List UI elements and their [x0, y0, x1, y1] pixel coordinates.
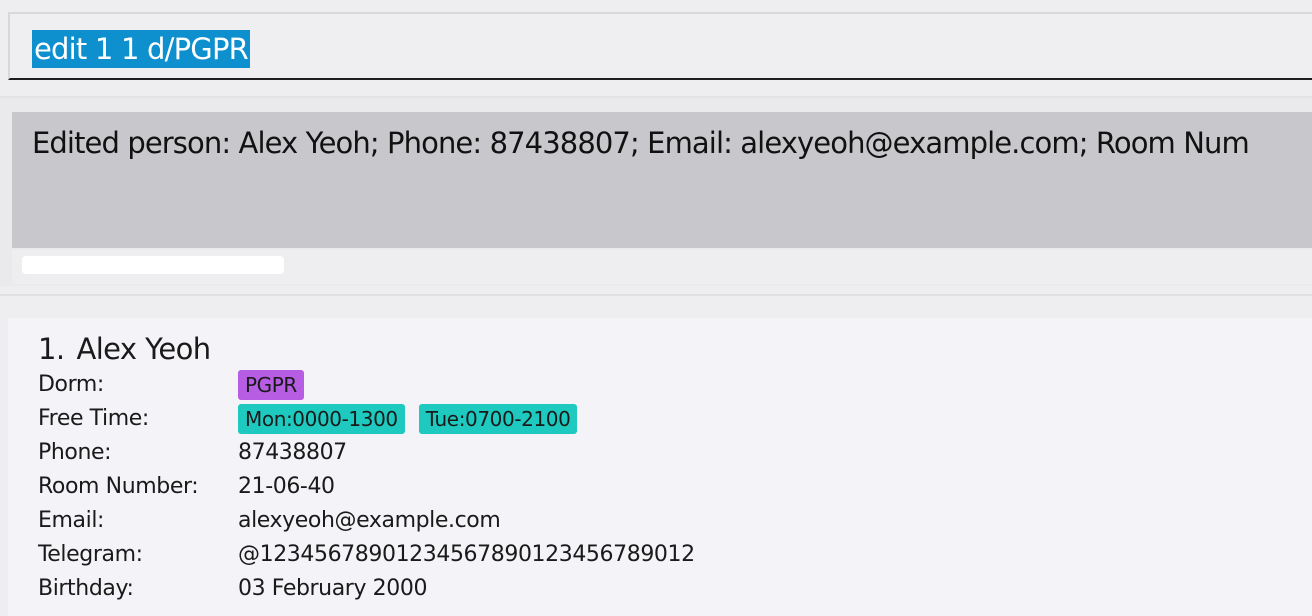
free-time-row: Free Time: Mon:0000-1300 Tue:0700-2100 [38, 402, 591, 436]
room-value: 21-06-40 [238, 474, 335, 499]
person-name-heading: 1. Alex Yeoh [38, 330, 211, 368]
telegram-row: Telegram: @123456789012345678901234567890… [38, 538, 695, 572]
result-horizontal-scrollbar[interactable] [12, 250, 1312, 284]
birthday-value: 03 February 2000 [238, 576, 428, 601]
person-name: Alex Yeoh [76, 332, 211, 366]
free-time-tag: Mon:0000-1300 [238, 404, 405, 434]
dorm-label: Dorm: [38, 372, 104, 397]
app-window: edit 1 1 d/PGPR Edited person: Alex Yeoh… [0, 0, 1312, 616]
dorm-row: Dorm: PGPR [38, 368, 318, 402]
telegram-value: @12345678901234567890123456789012 [238, 542, 695, 567]
phone-row: Phone: 87438807 [38, 436, 347, 470]
birthday-label: Birthday: [38, 576, 134, 601]
room-label: Room Number: [38, 474, 199, 499]
email-label: Email: [38, 508, 105, 533]
birthday-row: Birthday: 03 February 2000 [38, 572, 427, 606]
free-time-label: Free Time: [38, 406, 149, 431]
phone-label: Phone: [38, 440, 112, 465]
dorm-tag: PGPR [238, 370, 304, 400]
person-index: 1. [38, 332, 65, 366]
panel-divider [0, 294, 1312, 296]
scrollbar-thumb[interactable] [22, 256, 284, 274]
room-row: Room Number: 21-06-40 [38, 470, 335, 504]
result-display[interactable]: Edited person: Alex Yeoh; Phone: 8743880… [12, 112, 1312, 248]
email-value: alexyeoh@example.com [238, 508, 501, 533]
person-list-panel[interactable]: 1. Alex Yeoh Dorm: PGPR Free Time: Mon:0000… [8, 318, 1312, 616]
person-card[interactable]: 1. Alex Yeoh Dorm: PGPR Free Time: Mon:0000… [8, 318, 1312, 616]
free-time-tag: Tue:0700-2100 [418, 404, 578, 434]
command-text-selected[interactable]: edit 1 1 d/PGPR [32, 30, 251, 68]
command-input[interactable]: edit 1 1 d/PGPR [8, 12, 1312, 80]
result-message: Edited person: Alex Yeoh; Phone: 8743880… [32, 126, 1250, 160]
telegram-label: Telegram: [38, 542, 143, 567]
phone-value: 87438807 [238, 440, 347, 465]
result-panel: Edited person: Alex Yeoh; Phone: 8743880… [0, 96, 1312, 286]
email-row: Email: alexyeoh@example.com [38, 504, 501, 538]
